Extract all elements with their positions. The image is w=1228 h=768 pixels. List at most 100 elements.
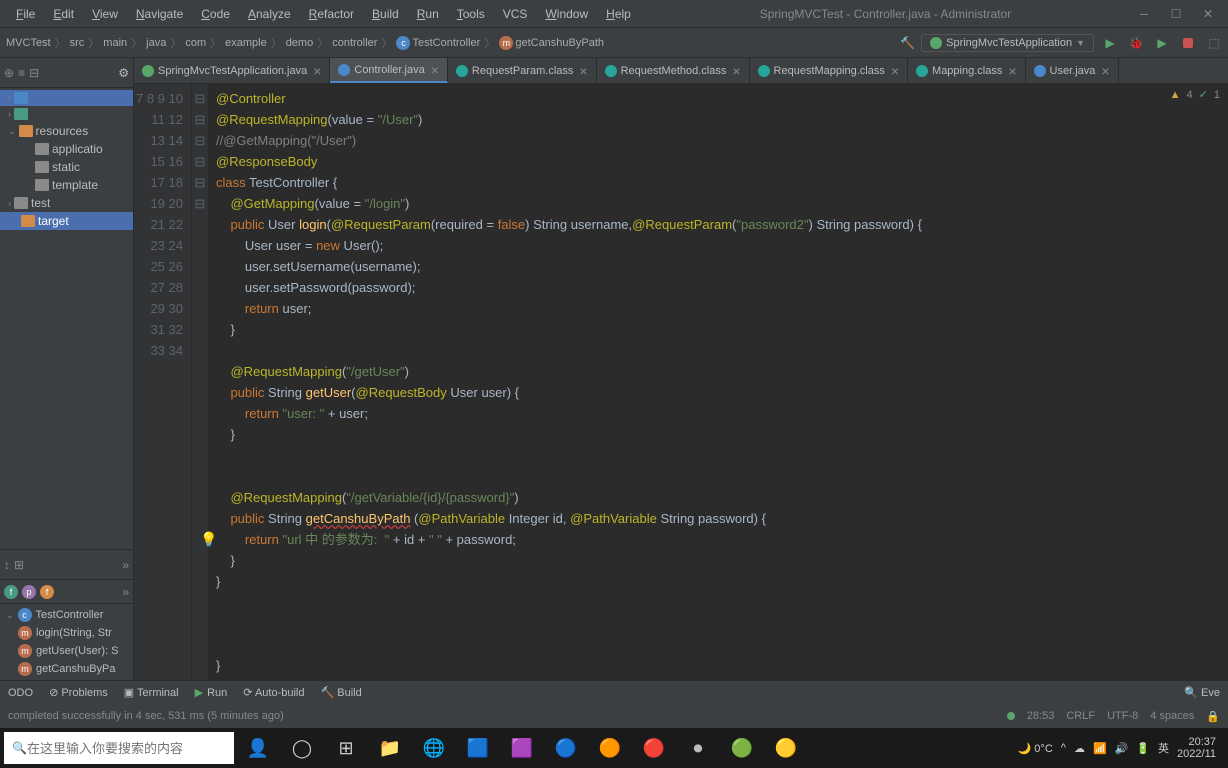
run-button[interactable]: ▶ [1100,33,1120,53]
crumb-mvctest[interactable]: MVCTest [4,35,53,51]
bottom-tab-problems[interactable]: ⊘ Problems [49,686,108,699]
close-tab-icon[interactable]: × [313,63,321,79]
app3-icon[interactable]: 🔴 [634,728,674,768]
close-button[interactable]: ✕ [1196,4,1220,24]
chevron-icon[interactable]: › [8,109,11,119]
debug-button[interactable]: 🐞 [1126,33,1146,53]
bottom-tab-odo[interactable]: ODO [8,687,33,699]
collapse-all-icon[interactable]: ⊟ [29,66,39,80]
coverage-button[interactable]: ▶ [1152,33,1172,53]
crumb-demo[interactable]: demo [284,35,316,51]
file-encoding[interactable]: UTF-8 [1107,710,1138,722]
close-tab-icon[interactable]: × [732,63,740,79]
tab-requestmapping-class[interactable]: RequestMapping.class× [750,58,908,83]
indent-info[interactable]: 4 spaces [1150,710,1194,722]
code-editor[interactable]: 7 8 9 10 11 12 13 14 15 16 17 18 19 20 2… [134,84,1228,680]
tab-user-java[interactable]: User.java× [1026,58,1119,83]
tree-item-template[interactable]: template [0,176,133,194]
record-icon[interactable]: ⏺ [678,728,718,768]
project-tree[interactable]: › › ⌄resourcesapplicatiostatictemplate›tes… [0,88,133,549]
taskview2-icon[interactable]: ⊞ [326,728,366,768]
app5-icon[interactable]: 🟢 [722,728,762,768]
menu-view[interactable]: View [84,3,126,25]
close-tab-icon[interactable]: × [579,63,587,79]
lock-icon[interactable]: 🔒 [1206,710,1220,723]
tray-chevron-icon[interactable]: ^ [1061,742,1066,754]
structure-sort-icon[interactable]: ↕ [4,558,10,572]
volume-icon[interactable]: 🔊 [1115,742,1129,755]
maximize-button[interactable]: ☐ [1164,4,1188,24]
explorer-icon[interactable]: 📁 [370,728,410,768]
menu-window[interactable]: Window [537,3,596,25]
menu-build[interactable]: Build [364,3,407,25]
menu-help[interactable]: Help [598,3,639,25]
app-icon[interactable]: 🔵 [546,728,586,768]
tree-item-test[interactable]: ›test [0,194,133,212]
tab-springmvctestapplication-java[interactable]: SpringMvcTestApplication.java× [134,58,330,83]
inspection-widget[interactable]: ▲4 ✓1 [1170,88,1220,101]
intellij-icon[interactable]: 🟪 [502,728,542,768]
clock[interactable]: 20:37 2022/11 [1177,736,1216,760]
tree-item-node[interactable]: › [0,106,133,122]
taskview-icon[interactable]: ◯ [282,728,322,768]
bottom-tab-terminal[interactable]: ▣ Terminal [124,686,179,699]
chrome-icon[interactable]: 🌐 [414,728,454,768]
crumb-controller[interactable]: controller [330,35,379,51]
network-icon[interactable]: 📶 [1093,742,1107,755]
crumb-getcanshubypath[interactable]: mgetCanshuByPath [497,34,606,52]
close-tab-icon[interactable]: × [431,62,439,78]
build-icon[interactable]: 🔨 [900,36,915,50]
crumb-src[interactable]: src [68,35,87,51]
crumb-com[interactable]: com [183,35,208,51]
tab-requestparam-class[interactable]: RequestParam.class× [448,58,597,83]
close-tab-icon[interactable]: × [1008,63,1016,79]
tree-item-node[interactable]: › [0,90,133,106]
minimize-button[interactable]: ─ [1132,4,1156,24]
stop-button[interactable] [1178,33,1198,53]
menu-navigate[interactable]: Navigate [128,3,191,25]
crumb-java[interactable]: java [144,35,168,51]
weather-icon[interactable]: 🌙 0°C [1018,742,1053,755]
onedrive-icon[interactable]: ☁ [1074,742,1085,755]
tree-item-applicatio[interactable]: applicatio [0,140,133,158]
expand-all-icon[interactable]: ≡ [18,66,25,80]
intention-bulb-icon[interactable]: 💡 [200,531,217,548]
line-ending[interactable]: CRLF [1066,710,1095,722]
structure-class[interactable]: ⌄cTestController [0,606,133,624]
search-everywhere-icon[interactable]: ⬚ [1204,33,1224,53]
bottom-tab-auto-build[interactable]: ⟳ Auto-build [243,686,304,699]
crumb-example[interactable]: example [223,35,269,51]
run-configuration-selector[interactable]: SpringMvcTestApplication ▼ [921,34,1094,52]
tree-item-resources[interactable]: ⌄resources [0,122,133,140]
menu-edit[interactable]: Edit [45,3,82,25]
tree-item-static[interactable]: static [0,158,133,176]
structure-method[interactable]: mgetCanshuByPa [0,660,133,678]
close-tab-icon[interactable]: × [891,63,899,79]
edge-icon[interactable]: 🟦 [458,728,498,768]
menu-analyze[interactable]: Analyze [240,3,299,25]
tree-item-target[interactable]: target [0,212,133,230]
menu-file[interactable]: File [8,3,43,25]
app6-icon[interactable]: 🟡 [766,728,806,768]
menu-code[interactable]: Code [193,3,238,25]
cortana-icon[interactable]: 👤 [238,728,278,768]
crumb-testcontroller[interactable]: cTestController [394,34,482,52]
bottom-tab-build[interactable]: 🔨 Build [320,686,361,699]
menu-vcs[interactable]: VCS [495,3,536,25]
code-content[interactable]: @Controller @RequestMapping(value = "/Us… [208,84,1228,680]
chevron-icon[interactable]: › [8,198,11,208]
structure-method[interactable]: mgetUser(User): S [0,642,133,660]
battery-icon[interactable]: 🔋 [1136,742,1150,755]
chevron-icon[interactable]: ⌄ [8,126,16,137]
chevron-icon[interactable]: › [8,93,11,103]
tab-requestmethod-class[interactable]: RequestMethod.class× [597,58,750,83]
menu-run[interactable]: Run [409,3,447,25]
tab-controller-java[interactable]: Controller.java× [330,58,448,83]
fold-gutter[interactable]: ⊟ ⊟ ⊟ ⊟ ⊟ ⊟ [192,84,208,680]
close-tab-icon[interactable]: × [1101,63,1109,79]
app2-icon[interactable]: 🟠 [590,728,630,768]
structure-method[interactable]: mlogin(String, Str [0,624,133,642]
crumb-main[interactable]: main [101,35,129,51]
settings-icon[interactable]: ⚙ [118,66,129,80]
caret-position[interactable]: 28:53 [1027,710,1055,722]
